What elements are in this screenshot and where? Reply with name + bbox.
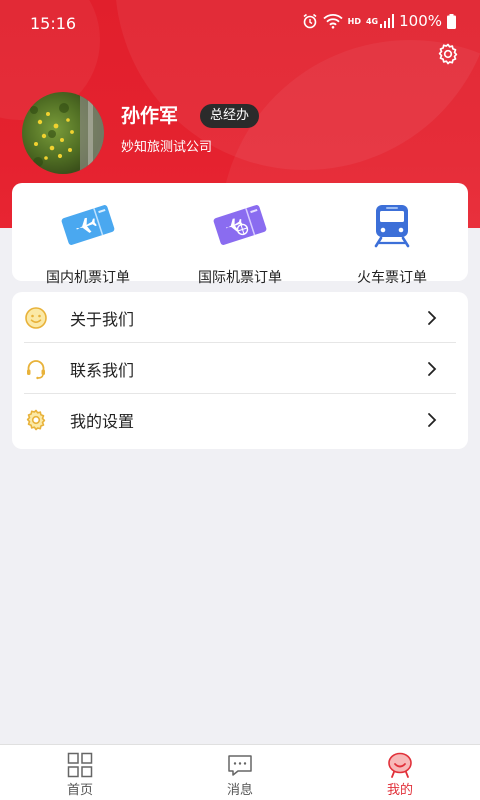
menu-label: 我的设置: [70, 412, 135, 431]
tab-home[interactable]: 首页: [0, 745, 160, 800]
alarm-icon: [303, 13, 317, 29]
chevron-right-icon: [428, 413, 437, 427]
chevron-right-icon: [428, 311, 437, 325]
network-indicator: 4G: [365, 16, 379, 26]
train-orders[interactable]: 火车票订单: [316, 201, 468, 286]
avatar[interactable]: [22, 92, 104, 174]
hd-indicator: HD: [347, 16, 361, 26]
orders-card: 国内机票订单 国际机票订单 火车票订单: [12, 183, 468, 286]
message-icon: [228, 755, 252, 776]
menu-label: 关于我们: [70, 310, 135, 329]
signal-icon: [380, 14, 395, 28]
headset-icon: [27, 360, 45, 380]
menu-item-contact-us[interactable]: 联系我们: [12, 343, 468, 394]
home-grid-icon: [67, 752, 93, 778]
tab-label: 首页: [66, 783, 93, 798]
international-flight-orders[interactable]: 国际机票订单: [164, 201, 316, 286]
company-name: 妙知旅测试公司: [121, 140, 213, 155]
user-name: 孙作军: [121, 105, 179, 127]
tab-messages[interactable]: 消息: [160, 745, 320, 800]
battery-icon: [447, 13, 456, 29]
profile-face-icon: [388, 752, 412, 778]
tab-mine[interactable]: 我的: [320, 745, 480, 800]
settings-icon: [26, 409, 46, 431]
menu-item-about-us[interactable]: 关于我们: [12, 292, 468, 343]
order-label: 国内机票订单: [46, 270, 130, 286]
train-icon: [374, 205, 410, 248]
status-time: 15:16: [30, 14, 77, 33]
bottom-tab-bar: 首页 消息 我的: [0, 744, 480, 800]
order-label: 火车票订单: [357, 270, 427, 286]
wifi-icon: [323, 14, 343, 29]
battery-percent: 100%: [399, 12, 442, 30]
tab-label: 消息: [226, 783, 253, 798]
role-badge: 总经办: [200, 104, 260, 128]
menu-card: 关于我们 联系我们 我的设置: [12, 292, 468, 449]
gear-icon[interactable]: [436, 42, 460, 66]
order-label: 国际机票订单: [198, 270, 282, 286]
status-bar: 15:16 HD 4G 100%: [0, 0, 480, 48]
smile-icon: [25, 307, 47, 329]
chevron-right-icon: [428, 362, 437, 376]
domestic-flight-ticket-icon: [61, 205, 115, 245]
domestic-flight-orders[interactable]: 国内机票订单: [12, 201, 164, 286]
menu-item-my-settings[interactable]: 我的设置: [12, 394, 468, 445]
menu-label: 联系我们: [70, 361, 135, 380]
international-flight-ticket-icon: [213, 205, 267, 245]
tab-label: 我的: [386, 783, 413, 798]
